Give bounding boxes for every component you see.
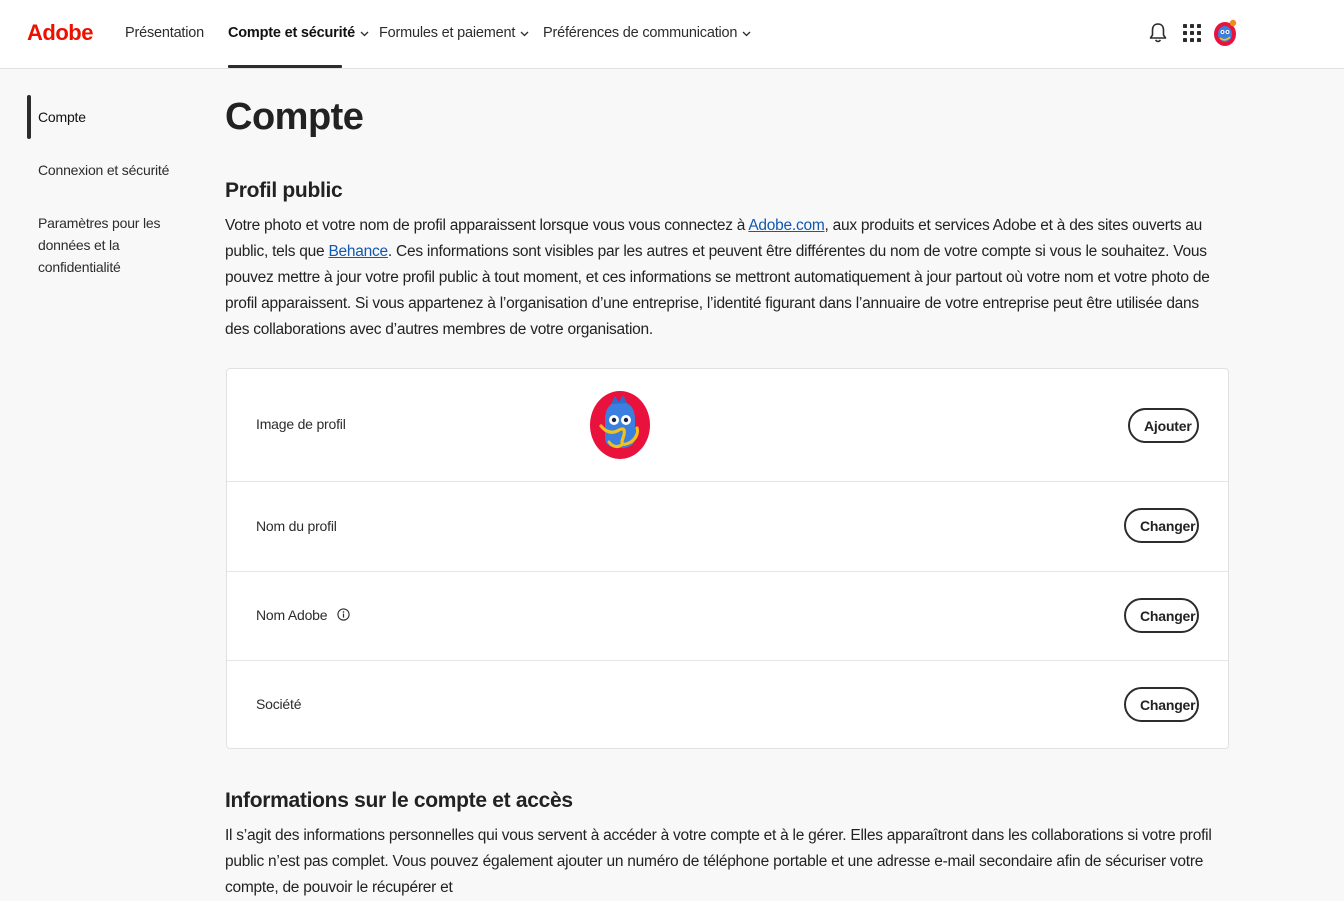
nav-label: Préférences de communication [543,25,738,41]
apps-grid-icon[interactable] [1183,24,1201,47]
sidebar-item-compte[interactable]: Compte [38,106,198,128]
profile-image-row: Image de profil Ajouter [227,369,1228,482]
add-profile-image-button[interactable]: Ajouter [1128,408,1199,443]
change-profile-name-button[interactable]: Changer [1124,508,1199,543]
description-text: Votre photo et votre nom de profil appar… [225,217,749,234]
top-header: Adobe Présentation Compte et sécurité Fo… [0,0,1344,69]
nav-label: Présentation [125,25,205,41]
chevron-down-icon [742,25,751,41]
chevron-down-icon [360,25,369,41]
change-adobe-name-button[interactable]: Changer [1124,598,1199,633]
row-label: Nom Adobe [256,607,328,623]
adobe-name-label-group: Nom Adobe [256,607,351,624]
row-label: Nom du profil [256,518,337,534]
sidebar-item-label: Compte [38,109,86,125]
row-label: Société [256,696,302,712]
info-icon[interactable] [337,608,351,624]
nav-presentation[interactable]: Présentation [125,25,204,41]
account-info-heading: Informations sur le compte et accès [225,789,573,812]
nav-compte-et-securite[interactable]: Compte et sécurité [228,25,369,41]
adobe-logo[interactable]: Adobe [27,20,93,46]
sidebar-item-donnees-et-confidentialite[interactable]: Paramètres pour les données et la confid… [38,212,198,278]
nav-formules-et-paiement[interactable]: Formules et paiement [379,25,529,41]
profile-image [589,390,651,460]
page-title: Compte [225,96,364,138]
adobe-com-link[interactable]: Adobe.com [748,217,824,234]
nav-preferences-de-communication[interactable]: Préférences de communication [543,25,751,41]
behance-link[interactable]: Behance [328,243,388,260]
row-label: Image de profil [256,416,346,432]
nav-label: Compte et sécurité [228,25,355,41]
active-tab-indicator [228,65,342,68]
sidebar-item-label: Paramètres pour les données et la confid… [38,215,161,275]
company-row: Société Changer [227,661,1228,749]
account-info-description: Il s’agit des informations personnelles … [225,827,1212,896]
sidebar-active-indicator [27,95,31,139]
public-profile-description: Votre photo et votre nom de profil appar… [225,213,1225,343]
user-avatar[interactable] [1213,19,1237,46]
sidebar-item-connexion-et-securite[interactable]: Connexion et sécurité [38,159,198,181]
public-profile-card: Image de profil Ajouter Nom du profil Ch… [226,368,1229,749]
change-company-button[interactable]: Changer [1124,687,1199,722]
sidebar-item-label: Connexion et sécurité [38,162,170,178]
chevron-down-icon [520,25,529,41]
adobe-name-row: Nom Adobe Changer [227,572,1228,661]
public-profile-heading: Profil public [225,179,343,202]
nav-label: Formules et paiement [379,25,516,41]
bell-icon[interactable] [1148,22,1168,49]
profile-name-row: Nom du profil Changer [227,482,1228,572]
